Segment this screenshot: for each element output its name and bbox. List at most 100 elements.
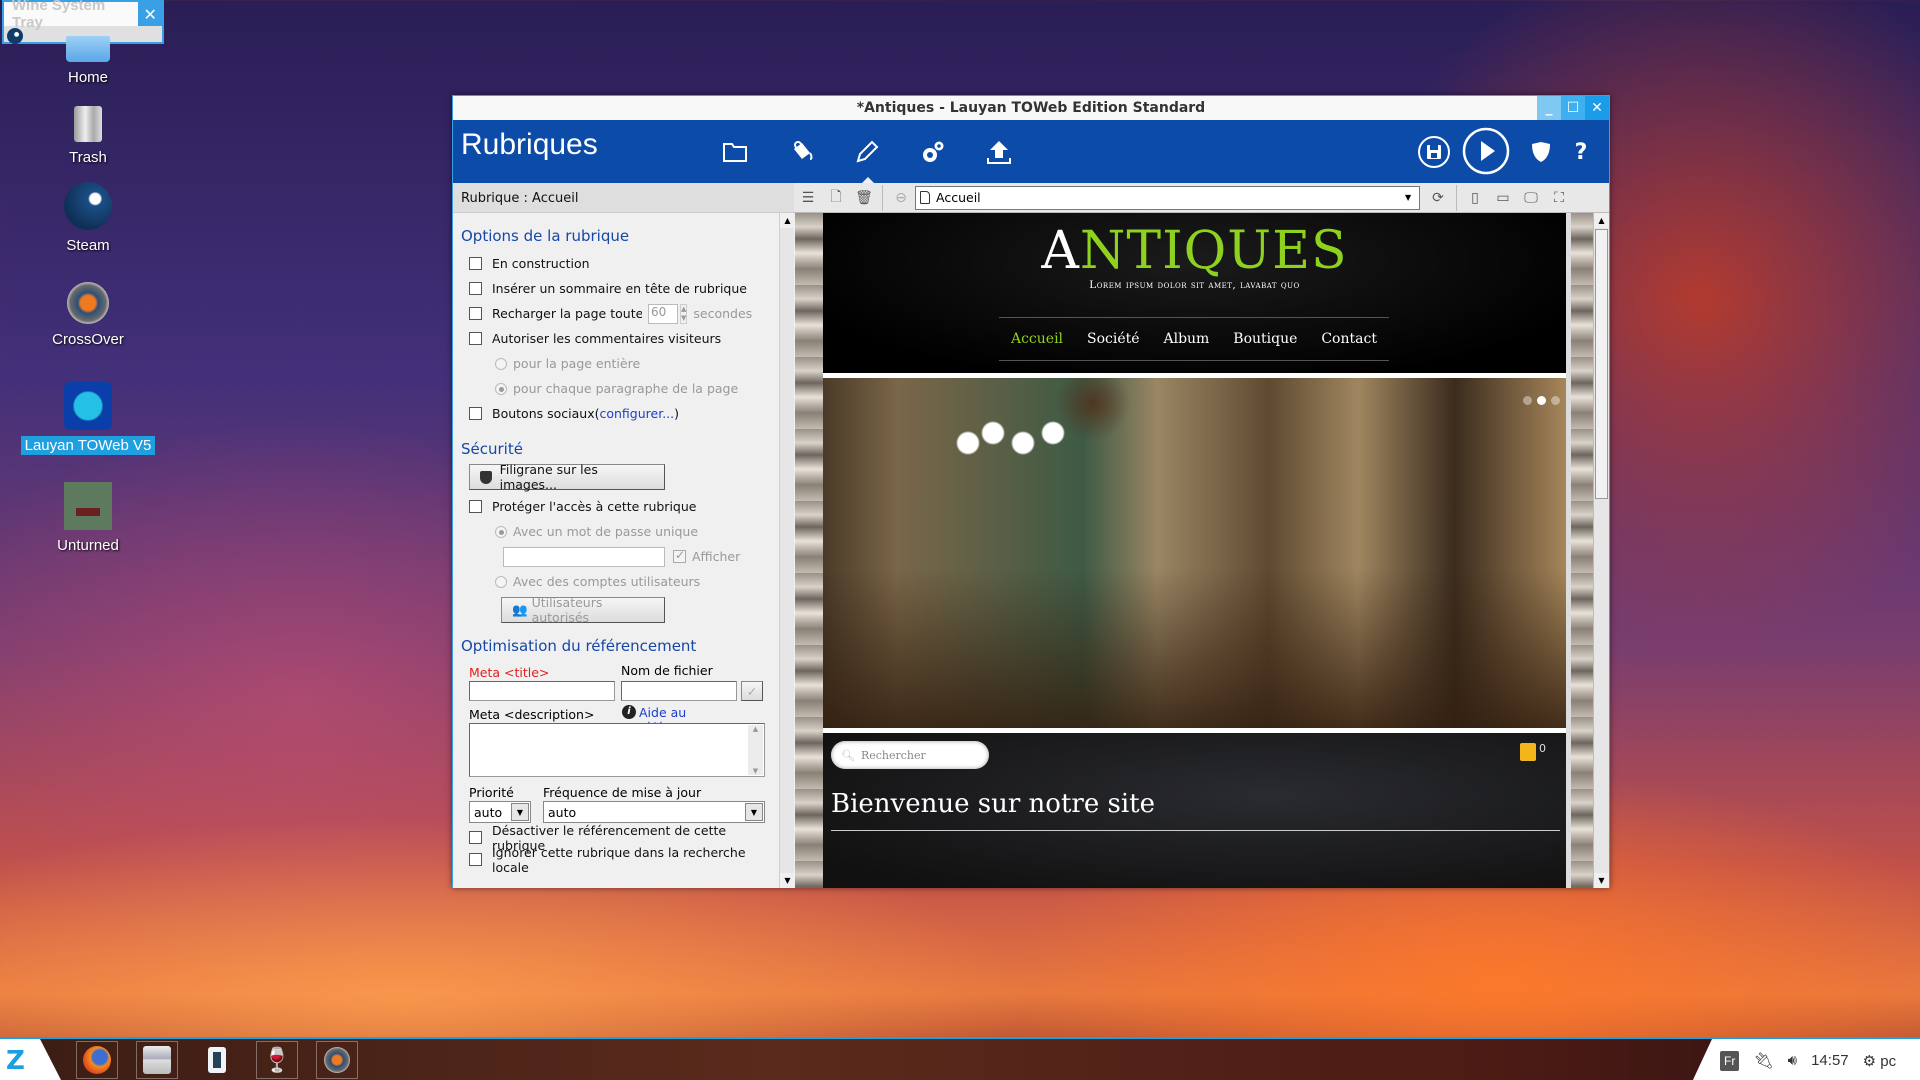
site-logo[interactable]: ANTIQUES	[823, 213, 1566, 281]
slide-dot-active[interactable]	[1537, 396, 1546, 405]
desktop-icon-crossover[interactable]: CrossOver	[20, 282, 156, 349]
taskbar-wine[interactable]: 🍷	[256, 1041, 298, 1079]
scroll-thumb[interactable]	[1595, 229, 1608, 499]
reload-seconds-input[interactable]: 60	[648, 303, 678, 324]
checkbox[interactable]	[469, 831, 482, 844]
scroll-up-button[interactable]: ▲	[780, 213, 795, 228]
minimize-button[interactable]: _	[1537, 96, 1561, 120]
scroll-up-button[interactable]: ▲	[1594, 213, 1609, 228]
scroll-down-button[interactable]: ▼	[1594, 873, 1609, 888]
description-scrollbar[interactable]: ▲ ▼	[748, 725, 763, 775]
validate-filename-button[interactable]: ✓	[741, 681, 763, 701]
desktop-icon-home[interactable]: Home	[20, 36, 156, 87]
desktop-icon[interactable]: 🖵	[1517, 185, 1545, 211]
save-icon[interactable]	[1416, 134, 1452, 170]
wine-tray-close-button[interactable]: ✕	[138, 2, 162, 26]
radio[interactable]	[495, 382, 507, 395]
panel-heading: Rubrique : Accueil	[453, 183, 794, 213]
gears-icon[interactable]	[915, 134, 951, 170]
help-icon[interactable]: ?	[1563, 134, 1599, 170]
clock[interactable]: 14:57	[1811, 1052, 1849, 1069]
new-page-icon[interactable]: 🗋	[822, 185, 850, 211]
pencil-icon[interactable]	[849, 134, 885, 184]
upload-icon[interactable]	[981, 134, 1017, 170]
keyboard-layout-indicator[interactable]: Fr	[1720, 1050, 1740, 1071]
checkbox[interactable]	[469, 307, 482, 320]
afficher-checkbox[interactable]	[673, 548, 686, 563]
slide-dot[interactable]	[1523, 396, 1532, 405]
zorin-menu-button[interactable]: Z	[0, 1039, 62, 1080]
password-row: Afficher	[461, 544, 779, 569]
preview-scrollbar[interactable]: ▲ ▼	[1593, 213, 1609, 888]
checkbox-recharger[interactable]: Recharger la page toute l 60 ▲ ▼ secondes	[461, 301, 779, 326]
checkbox[interactable]	[469, 282, 482, 295]
checkbox-inserer-sommaire[interactable]: Insérer un sommaire en tête de rubrique	[461, 276, 779, 301]
radio-page-entiere[interactable]: pour la page entière	[461, 351, 779, 376]
desktop-icon-steam[interactable]: Steam	[20, 182, 156, 255]
taskbar-file-manager[interactable]	[136, 1041, 178, 1079]
taskbar-media-player[interactable]	[196, 1041, 238, 1079]
checkbox[interactable]	[469, 407, 482, 420]
configurer-link[interactable]: configurer...	[599, 406, 674, 421]
checkbox[interactable]	[469, 500, 482, 513]
list-icon[interactable]: ☰	[794, 185, 822, 211]
meta-title-input[interactable]	[469, 681, 615, 701]
window-titlebar[interactable]: *Antiques - Lauyan TOWeb Edition Standar…	[453, 96, 1609, 120]
radio-comptes-utilisateurs[interactable]: Avec des comptes utilisateurs	[461, 569, 779, 594]
checkbox[interactable]	[469, 332, 482, 345]
refresh-icon[interactable]: ⟳	[1424, 185, 1452, 211]
tablet-icon[interactable]: ▭	[1489, 185, 1517, 211]
priority-select[interactable]: auto ▼	[469, 801, 531, 823]
meta-description-textarea[interactable]	[469, 723, 765, 777]
site-nav-boutique[interactable]: Boutique	[1233, 331, 1297, 347]
authorized-users-button[interactable]: 👥 Utilisateurs autorisés	[501, 595, 665, 625]
radio-mot-de-passe[interactable]: Avec un mot de passe unique	[461, 519, 779, 544]
site-nav-album[interactable]: Album	[1163, 331, 1209, 347]
watermark-button[interactable]: Filigrane sur les images...	[469, 462, 665, 492]
left-panel-scrollbar[interactable]: ▲ ▼	[779, 213, 795, 888]
page-select[interactable]: Accueil ▼	[915, 185, 1420, 210]
checkbox-boutons-sociaux[interactable]: Boutons sociaux(configurer...)	[461, 401, 779, 426]
desktop-icon-unturned[interactable]: Unturned	[20, 482, 156, 555]
seconds-stepper[interactable]: ▲ ▼	[680, 303, 688, 324]
checkbox-autoriser-commentaires[interactable]: Autoriser les commentaires visiteurs	[461, 326, 779, 351]
back-icon[interactable]: ⊖	[887, 185, 915, 211]
site-nav-accueil[interactable]: Accueil	[1011, 331, 1063, 347]
checkbox[interactable]	[469, 853, 482, 866]
folder-icon[interactable]	[717, 134, 753, 170]
fullscreen-icon[interactable]: ⛶	[1545, 185, 1573, 211]
preview-toolbar: ☰ 🗋 🗑 ⊖ Accueil ▼ ⟳ ▯ ▭ 🖵 ⛶	[794, 183, 1609, 213]
taskbar-crossover[interactable]	[316, 1041, 358, 1079]
filename-input[interactable]	[621, 681, 737, 701]
radio-chaque-paragraphe[interactable]: pour chaque paragraphe de la page	[461, 376, 779, 401]
taskbar-firefox[interactable]	[76, 1041, 118, 1079]
close-button[interactable]: ✕	[1585, 96, 1609, 120]
radio[interactable]	[495, 357, 507, 370]
user-menu[interactable]: ⚙ pc	[1863, 1052, 1896, 1070]
maximize-button[interactable]: ☐	[1561, 96, 1585, 120]
checkbox-proteger[interactable]: Protéger l'accès à cette rubrique	[461, 494, 779, 519]
site-nav-societe[interactable]: Société	[1087, 331, 1140, 347]
checkbox-en-construction[interactable]: En construction	[461, 251, 779, 276]
trash-icon[interactable]: 🗑	[850, 185, 878, 211]
checkbox-ignorer-recherche[interactable]: Ignorer cette rubrique dans la recherche…	[461, 845, 779, 875]
radio[interactable]	[495, 575, 507, 588]
shield-icon[interactable]	[1523, 134, 1559, 170]
radio[interactable]	[495, 525, 507, 538]
paint-bucket-icon[interactable]	[783, 134, 819, 170]
desktop-icon-toweb[interactable]: Lauyan TOWeb V5	[20, 382, 156, 455]
site-nav-contact[interactable]: Contact	[1321, 331, 1377, 347]
slide-dot[interactable]	[1551, 396, 1560, 405]
password-input[interactable]	[503, 546, 665, 567]
slideshow-image[interactable]	[823, 378, 1566, 728]
checkbox[interactable]	[469, 257, 482, 270]
site-search-input[interactable]: 🔍︎ Rechercher	[831, 741, 989, 769]
volume-icon[interactable]: 🔊︎	[1788, 1052, 1797, 1069]
shopping-bag-icon[interactable]	[1520, 743, 1536, 761]
phone-icon[interactable]: ▯	[1461, 185, 1489, 211]
play-icon[interactable]	[1461, 126, 1511, 176]
desktop-icon-trash[interactable]: Trash	[20, 106, 156, 167]
frequency-select[interactable]: auto ▼	[543, 801, 765, 823]
network-plug-icon[interactable]: 🔌︎	[1753, 1051, 1773, 1071]
scroll-down-button[interactable]: ▼	[780, 873, 795, 888]
